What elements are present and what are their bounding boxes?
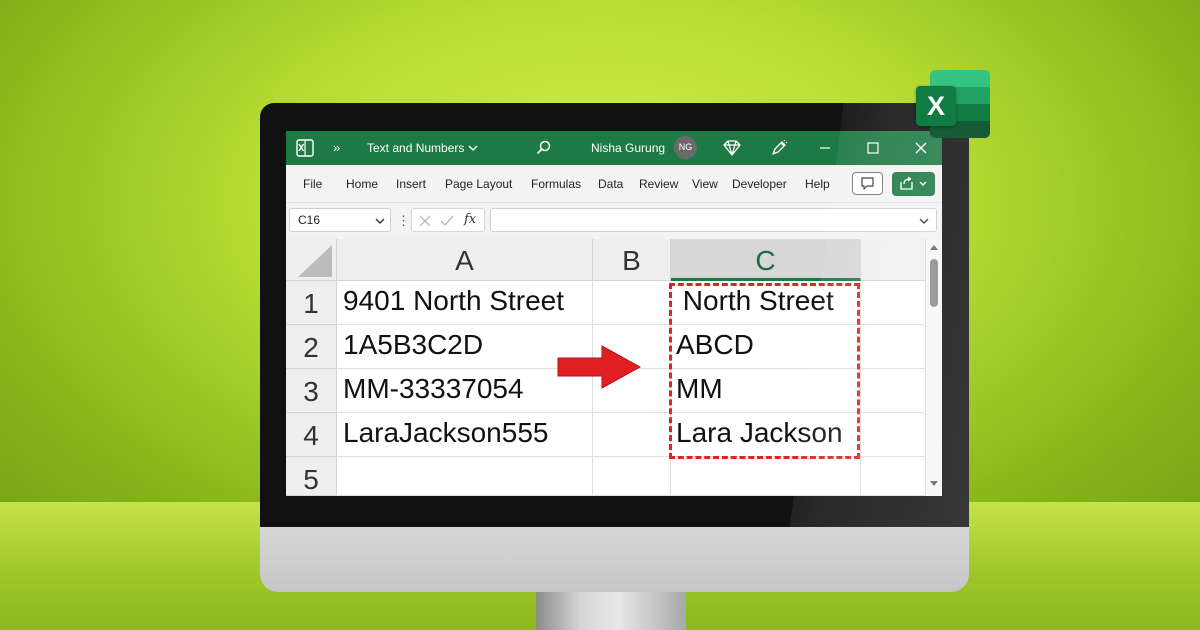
cell-value: 9401 North Street bbox=[343, 285, 565, 316]
cell-a4[interactable]: LaraJackson555 bbox=[337, 413, 593, 457]
cell-c3[interactable]: MM bbox=[671, 369, 861, 413]
cell-a2[interactable]: 1A5B3C2D bbox=[337, 325, 593, 369]
user-name[interactable]: Nisha Gurung bbox=[591, 131, 665, 165]
tab-insert[interactable]: Insert bbox=[396, 177, 426, 191]
excel-app-icon[interactable] bbox=[296, 131, 314, 165]
row-header-2[interactable]: 2 bbox=[286, 325, 337, 369]
tab-data[interactable]: Data bbox=[598, 177, 623, 191]
ribbon-tabs: File Home Insert Page Layout Formulas Da… bbox=[286, 165, 942, 203]
insert-function-button[interactable]: fx bbox=[464, 212, 476, 227]
column-header-b[interactable]: B bbox=[593, 239, 671, 281]
cell-value: MM-33337054 bbox=[343, 373, 524, 404]
cell-a5[interactable] bbox=[337, 457, 593, 496]
cell-d4[interactable] bbox=[861, 413, 926, 457]
cell-c5[interactable] bbox=[671, 457, 861, 496]
cell-d5[interactable] bbox=[861, 457, 926, 496]
cell-value: MM bbox=[676, 373, 723, 404]
cell-d3[interactable] bbox=[861, 369, 926, 413]
right-arrow bbox=[557, 345, 642, 389]
row-header-5[interactable]: 5 bbox=[286, 457, 337, 496]
diamond-icon[interactable] bbox=[723, 131, 741, 165]
share-icon bbox=[900, 176, 927, 190]
name-box[interactable]: C16 bbox=[289, 208, 391, 232]
comment-icon bbox=[861, 177, 874, 190]
excel-logo: X bbox=[916, 68, 992, 140]
formula-input[interactable] bbox=[490, 208, 937, 232]
scroll-down-icon[interactable] bbox=[926, 479, 942, 489]
cell-a1[interactable]: 9401 North Street bbox=[337, 281, 593, 325]
scroll-up-icon[interactable] bbox=[926, 242, 942, 252]
more-options-icon[interactable]: ⋮ bbox=[397, 213, 410, 229]
cell-b4[interactable] bbox=[593, 413, 671, 457]
scrollbar-thumb[interactable] bbox=[930, 259, 938, 307]
chevron-down-icon[interactable] bbox=[375, 217, 385, 225]
worksheet-grid: A B C 1 9401 North Street North Street 2… bbox=[286, 239, 942, 496]
title-bar: » Text and Numbers Nisha Gurung NG bbox=[286, 131, 942, 165]
column-header-d[interactable] bbox=[861, 239, 926, 281]
excel-window: » Text and Numbers Nisha Gurung NG File … bbox=[286, 131, 942, 496]
tab-formulas[interactable]: Formulas bbox=[531, 177, 581, 191]
title-dropdown-icon[interactable] bbox=[468, 131, 478, 165]
cell-d1[interactable] bbox=[861, 281, 926, 325]
row-header-1[interactable]: 1 bbox=[286, 281, 337, 325]
row-header-3[interactable]: 3 bbox=[286, 369, 337, 413]
enter-icon[interactable] bbox=[439, 213, 455, 229]
row-header-4[interactable]: 4 bbox=[286, 413, 337, 457]
tab-file[interactable]: File bbox=[303, 177, 322, 191]
cell-a3[interactable]: MM-33337054 bbox=[337, 369, 593, 413]
formula-bar: C16 ⋮ fx bbox=[286, 203, 942, 239]
cancel-icon[interactable] bbox=[417, 213, 433, 229]
pen-icon[interactable] bbox=[770, 131, 788, 165]
cell-c2[interactable]: ABCD bbox=[671, 325, 861, 369]
cell-b1[interactable] bbox=[593, 281, 671, 325]
select-all-button[interactable] bbox=[286, 239, 337, 281]
tab-home[interactable]: Home bbox=[346, 177, 378, 191]
name-box-value: C16 bbox=[298, 213, 321, 227]
cell-b5[interactable] bbox=[593, 457, 671, 496]
avatar[interactable]: NG bbox=[674, 136, 697, 159]
tab-developer[interactable]: Developer bbox=[732, 177, 787, 191]
cell-c4[interactable]: Lara Jackson bbox=[671, 413, 861, 457]
cell-value: Lara Jackson bbox=[676, 417, 843, 448]
document-title[interactable]: Text and Numbers bbox=[367, 131, 464, 165]
cell-value: North Street bbox=[675, 285, 834, 316]
excel-logo-badge: X bbox=[916, 86, 956, 126]
vertical-scrollbar[interactable] bbox=[926, 239, 942, 496]
cell-d2[interactable] bbox=[861, 325, 926, 369]
monitor-chin bbox=[260, 520, 969, 592]
tab-help[interactable]: Help bbox=[805, 177, 830, 191]
tab-view[interactable]: View bbox=[692, 177, 718, 191]
comments-button[interactable] bbox=[852, 172, 883, 195]
cell-value: ABCD bbox=[676, 329, 754, 360]
cell-value: LaraJackson555 bbox=[343, 417, 549, 448]
expand-formula-bar-icon[interactable] bbox=[919, 217, 929, 225]
cell-c1[interactable]: North Street bbox=[671, 281, 861, 325]
column-header-c[interactable]: C bbox=[671, 239, 861, 281]
monitor-stand bbox=[536, 586, 686, 630]
formula-buttons: fx bbox=[411, 208, 485, 232]
column-header-a[interactable]: A bbox=[337, 239, 593, 281]
tab-review[interactable]: Review bbox=[639, 177, 678, 191]
share-button[interactable] bbox=[892, 172, 935, 196]
more-commands-chevron[interactable]: » bbox=[333, 131, 340, 165]
maximize-icon[interactable] bbox=[867, 131, 879, 165]
cell-value: 1A5B3C2D bbox=[343, 329, 484, 360]
minimize-icon[interactable] bbox=[819, 131, 831, 165]
search-icon[interactable] bbox=[536, 131, 552, 165]
tab-page-layout[interactable]: Page Layout bbox=[445, 177, 512, 191]
